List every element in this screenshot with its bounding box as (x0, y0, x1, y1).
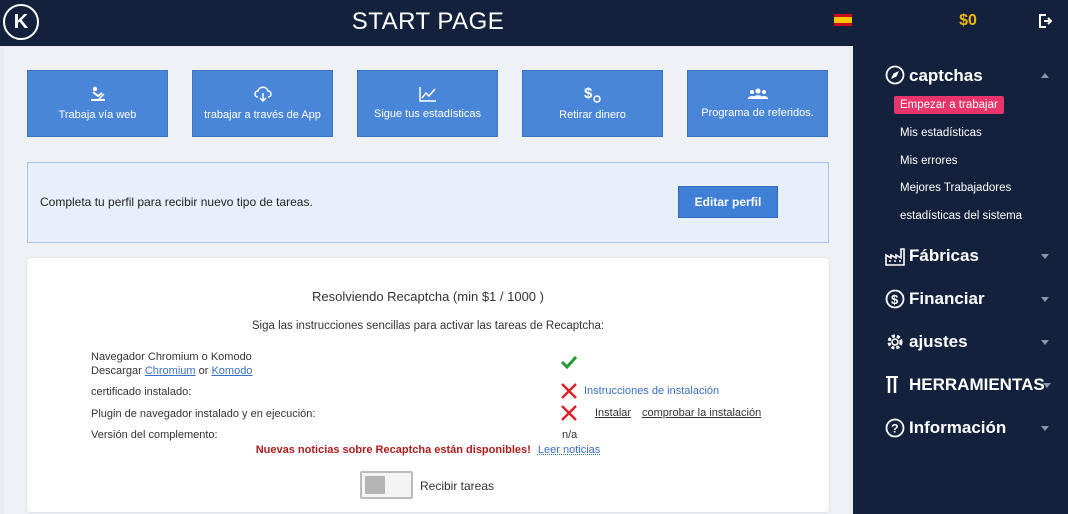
profile-message: Completa tu perfil para recibir nuevo ti… (40, 195, 313, 209)
question-circle-icon: ? (885, 418, 905, 438)
recaptcha-card: Resolviendo Recaptcha (min $1 / 1000 ) S… (27, 258, 829, 512)
sidebar-item-start-working[interactable]: Empezar a trabajar (894, 96, 1004, 114)
nav-section-tools[interactable]: HERRAMIENTAS (909, 375, 1045, 395)
gear-icon (887, 334, 903, 350)
withdraw-money-label: Retirar dinero (559, 109, 626, 121)
sidebar-item-my-errors[interactable]: Mis errores (900, 155, 958, 167)
svg-text:?: ? (891, 422, 898, 436)
balance-amount[interactable]: $0 (952, 12, 984, 30)
download-label: Descargar (91, 365, 142, 377)
error-x-icon (561, 405, 577, 421)
main-content: Trabaja vía web trabajar a través de App… (4, 48, 849, 514)
install-instructions-link[interactable]: Instrucciones de instalación (584, 385, 719, 397)
toggle-knob (365, 476, 385, 494)
certificate-label: certificado instalado: (91, 386, 192, 398)
sidebar: captchas Empezar a trabajar Mis estadíst… (853, 46, 1068, 514)
svg-text:$: $ (584, 85, 593, 102)
nav-section-captchas[interactable]: captchas (909, 66, 983, 86)
work-via-app-button[interactable]: trabajar a través de App (192, 70, 333, 137)
track-stats-button[interactable]: Sigue tus estadísticas (357, 70, 498, 137)
browser-requirement: Navegador Chromium o Komodo Descargar Ch… (91, 350, 252, 378)
sidebar-item-system-stats[interactable]: estadísticas del sistema (900, 210, 1022, 222)
plugin-label: Plugin de navegador instalado y en ejecu… (91, 408, 316, 420)
referral-program-button[interactable]: Programa de referidos. (687, 70, 828, 137)
nav-section-factories[interactable]: Fábricas (909, 246, 979, 266)
tools-icon (886, 376, 898, 393)
chevron-down-icon[interactable] (1041, 254, 1049, 259)
cloud-download-icon (253, 86, 272, 103)
download-line: Descargar Chromium or Komodo (91, 364, 252, 378)
spain-flag-icon[interactable] (834, 14, 852, 26)
track-stats-label: Sigue tus estadísticas (373, 108, 481, 120)
receive-tasks-label: Recibir tareas (420, 479, 495, 493)
referral-program-label: Programa de referidos. (701, 107, 814, 119)
edit-profile-button[interactable]: Editar perfil (678, 186, 778, 218)
read-news-link[interactable]: Leer noticias (538, 444, 600, 456)
nav-section-information[interactable]: Información (909, 418, 1006, 438)
compass-icon (885, 65, 905, 85)
recaptcha-title: Resolviendo Recaptcha (min $1 / 1000 ) (312, 289, 544, 304)
page-title: START PAGE (351, 8, 505, 35)
dollar-withdraw-icon: $ (584, 85, 601, 103)
logout-icon[interactable] (1038, 14, 1052, 28)
sidebar-item-best-workers[interactable]: Mejores Trabajadores (900, 182, 1011, 194)
chevron-down-icon[interactable] (1043, 383, 1051, 388)
work-via-web-button[interactable]: Trabaja vía web (27, 70, 168, 137)
dollar-circle-icon: $ (885, 289, 905, 309)
news-text: Nuevas noticias sobre Recaptcha están di… (255, 444, 531, 456)
person-at-laptop-icon (90, 86, 105, 101)
withdraw-money-button[interactable]: $ Retirar dinero (522, 70, 663, 137)
users-group-icon (747, 88, 768, 99)
receive-tasks-toggle[interactable] (360, 471, 413, 499)
recaptcha-news: Nuevas noticias sobre Recaptcha están di… (27, 444, 829, 456)
komodo-link[interactable]: Komodo (211, 365, 252, 377)
chevron-down-icon[interactable] (1041, 297, 1049, 302)
check-icon (560, 355, 578, 369)
version-value: n/a (562, 429, 578, 441)
chevron-up-icon[interactable] (1041, 73, 1049, 78)
chromium-link[interactable]: Chromium (145, 365, 196, 377)
chevron-down-icon[interactable] (1041, 426, 1049, 431)
nav-section-settings[interactable]: ajustes (909, 332, 968, 352)
chevron-down-icon[interactable] (1041, 340, 1049, 345)
work-via-web-label: Trabaja vía web (58, 109, 137, 121)
profile-completion-panel: Completa tu perfil para recibir nuevo ti… (27, 162, 829, 243)
nav-section-finance[interactable]: Financiar (909, 289, 985, 309)
check-installation-link[interactable]: comprobar la instalación (642, 407, 761, 419)
stats-chart-icon (418, 87, 436, 102)
top-bar: K START PAGE $0 (0, 0, 1068, 46)
factory-icon (885, 248, 905, 266)
sidebar-item-my-stats[interactable]: Mis estadísticas (900, 127, 982, 139)
install-plugin-link[interactable]: Instalar (595, 407, 631, 419)
error-x-icon (561, 383, 577, 399)
recaptcha-instructions: Siga las instrucciones sencillas para ac… (251, 320, 605, 332)
or-word: or (198, 365, 209, 377)
version-label: Versión del complemento: (91, 429, 218, 441)
work-via-app-label: trabajar a través de App (204, 109, 321, 121)
svg-text:$: $ (891, 292, 899, 307)
app-logo[interactable]: K (3, 4, 39, 40)
browser-label: Navegador Chromium o Komodo (91, 351, 252, 363)
